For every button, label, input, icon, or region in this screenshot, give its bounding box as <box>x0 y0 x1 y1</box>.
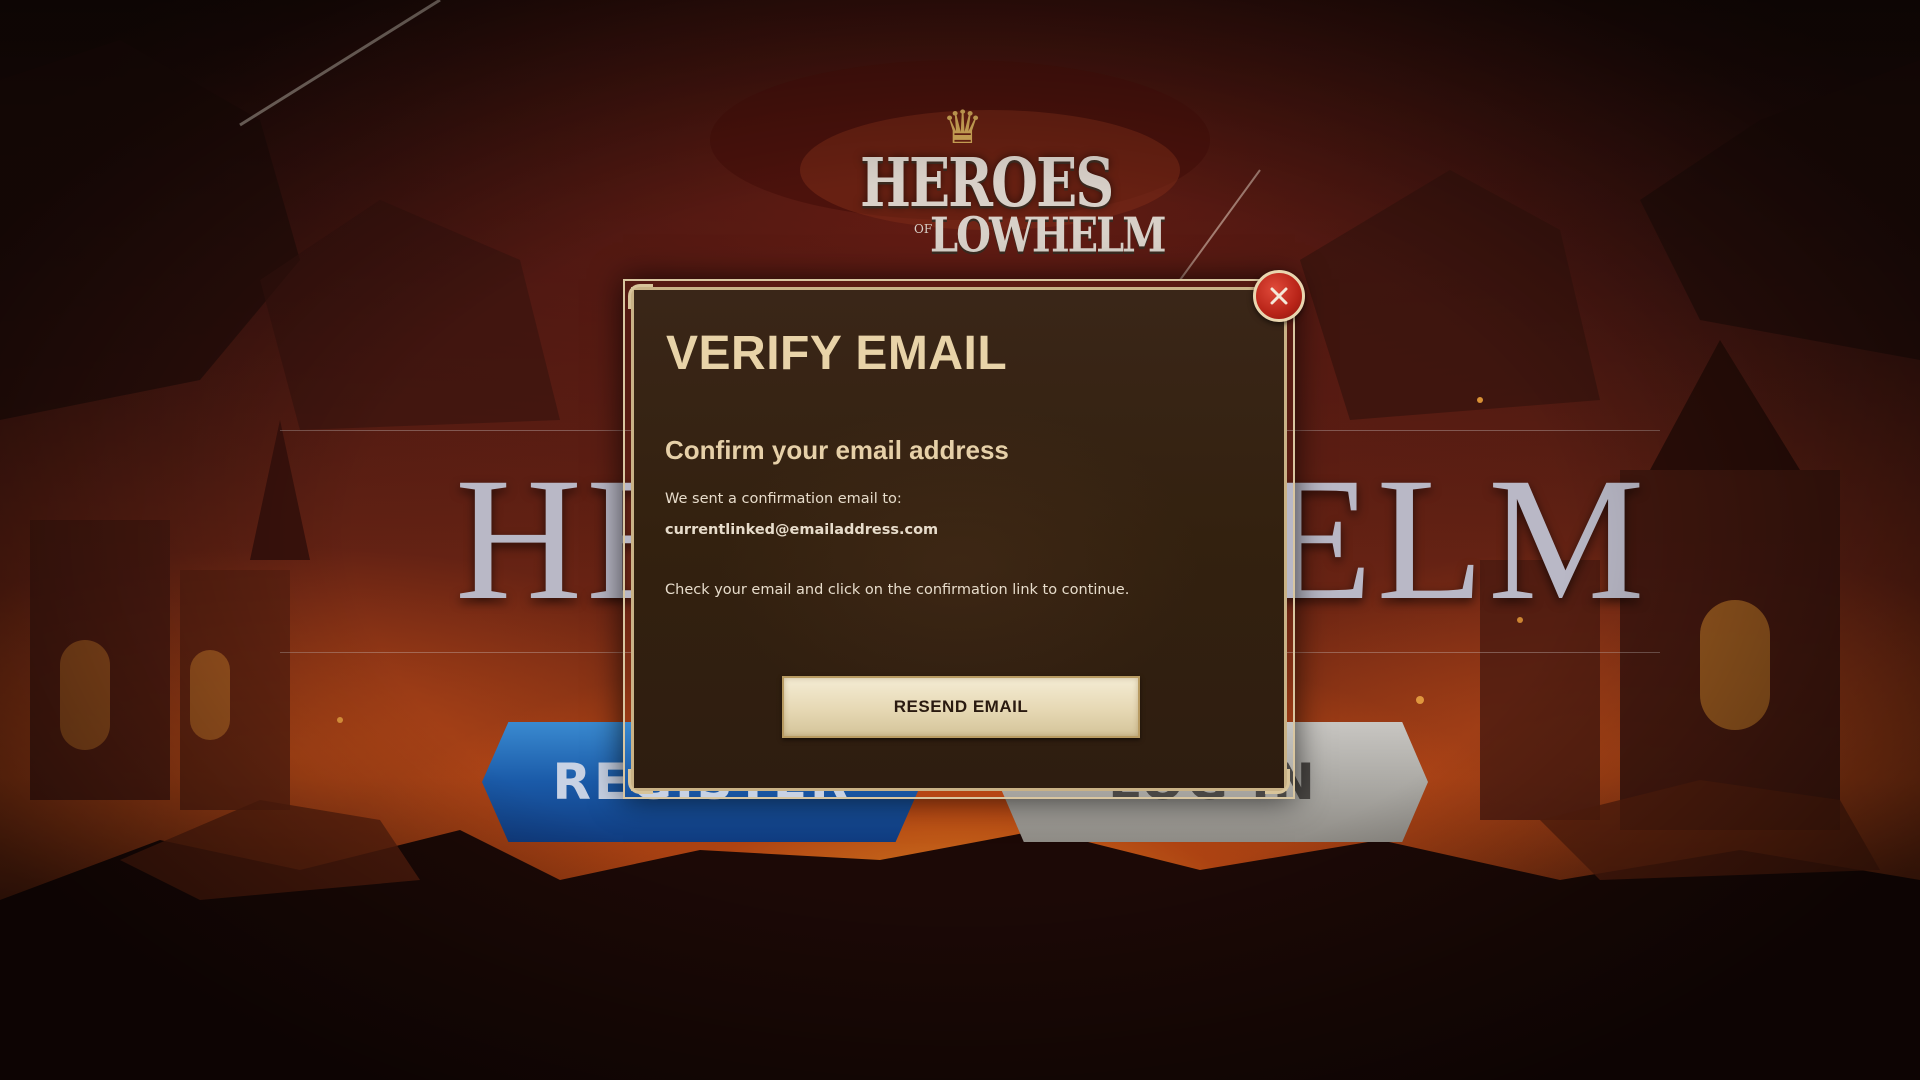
logo-lowhelm: LOWHELM <box>930 207 1167 264</box>
game-logo: ♛ HEROES OF LOWHELM <box>850 100 1167 280</box>
dialog-subtitle: Confirm your email address <box>665 435 1009 465</box>
background-game-title-end: ELM <box>1265 442 1649 637</box>
resend-email-button[interactable]: RESEND EMAIL <box>782 676 1140 738</box>
close-button[interactable] <box>1253 270 1305 322</box>
instructions-text: Check your email and click on the confir… <box>665 582 1130 598</box>
dialog-title: VERIFY EMAIL <box>666 327 1008 380</box>
corner-ornament <box>628 769 653 794</box>
corner-ornament <box>628 284 653 309</box>
close-icon <box>1270 287 1288 305</box>
corner-ornament <box>1265 769 1290 794</box>
sent-to-label: We sent a confirmation email to: <box>665 491 902 507</box>
verify-email-dialog: VERIFY EMAIL Confirm your email address … <box>628 284 1290 794</box>
email-address: currentlinked@emailaddress.com <box>665 522 939 538</box>
resend-email-label: RESEND EMAIL <box>893 697 1029 716</box>
